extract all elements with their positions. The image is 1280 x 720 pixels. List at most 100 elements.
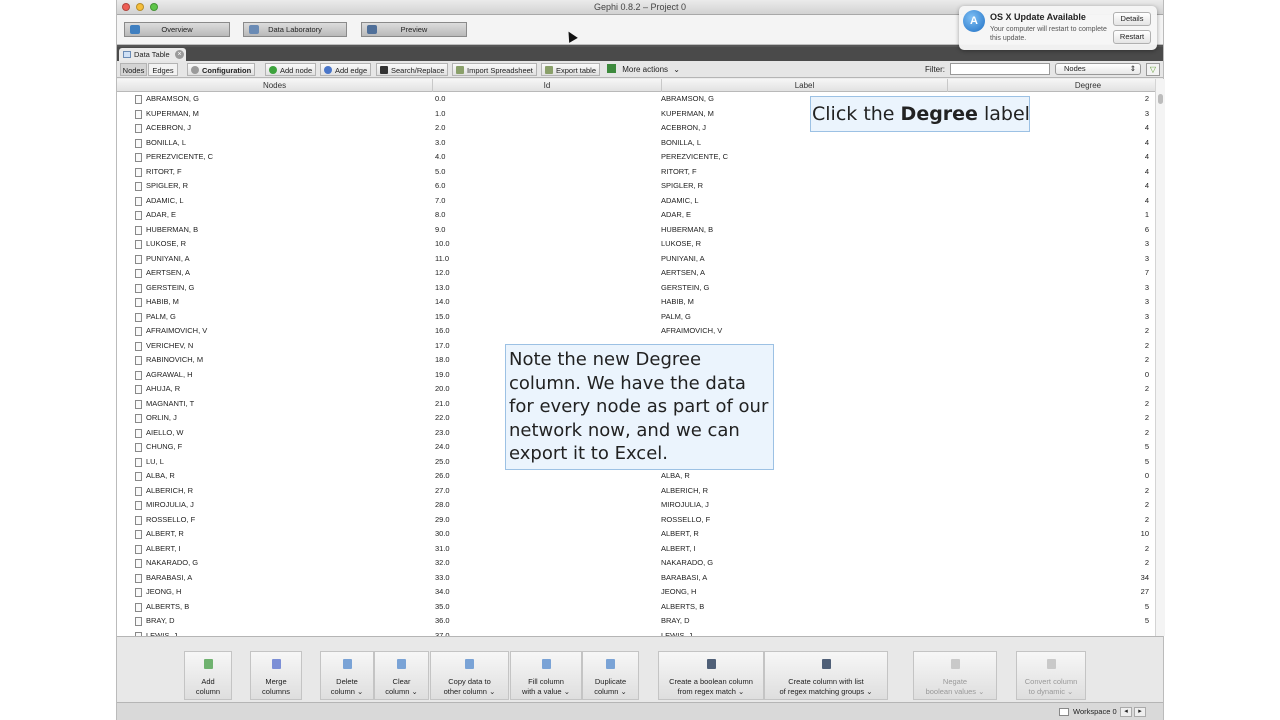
cell-label: JEONG, H — [661, 587, 697, 596]
action-button[interactable]: Add column — [184, 651, 232, 700]
table-row[interactable]: BONILLA, L 3.0 BONILLA, L 4 — [117, 136, 1155, 151]
cell-node: AIELLO, W — [146, 427, 184, 437]
action-label: column ⌄ — [330, 687, 364, 696]
table-row[interactable]: NAKARADO, G 32.0 NAKARADO, G 2 — [117, 556, 1155, 571]
column-header-degree[interactable]: Degree — [1021, 79, 1155, 92]
action-button[interactable]: Create a boolean column from regex match … — [658, 651, 764, 700]
table-row[interactable]: HUBERMAN, B 9.0 HUBERMAN, B 6 — [117, 223, 1155, 238]
cell-degree: 2 — [1144, 543, 1149, 553]
table-row[interactable]: PEREZVICENTE, C 4.0 PEREZVICENTE, C 4 — [117, 150, 1155, 165]
table-row[interactable]: BRAY, D 36.0 BRAY, D 5 — [117, 614, 1155, 629]
tab-close-icon[interactable]: × — [175, 50, 184, 59]
restart-button[interactable]: Restart — [1113, 30, 1151, 44]
action-label: Create a boolean column — [669, 677, 753, 686]
search-replace-button[interactable]: Search/Replace — [376, 63, 449, 76]
table-row[interactable]: ADAR, E 8.0 ADAR, E 1 — [117, 208, 1155, 223]
data-laboratory-icon — [249, 25, 259, 34]
node-row-icon — [135, 356, 142, 365]
nodes-tab[interactable]: Nodes — [120, 63, 147, 76]
cell-degree: 6 — [1144, 224, 1149, 234]
cell-id: 23.0 — [435, 427, 450, 437]
table-row[interactable]: MIROJULIA, J 28.0 MIROJULIA, J 2 — [117, 498, 1155, 513]
node-row-icon — [135, 486, 142, 496]
table-row[interactable]: JEONG, H 34.0 JEONG, H 27 — [117, 585, 1155, 600]
table-row[interactable]: PALM, G 15.0 PALM, G 3 — [117, 310, 1155, 325]
add-edge-button[interactable]: Add edge — [320, 63, 372, 76]
funnel-icon[interactable]: ▽ — [1146, 63, 1160, 76]
table-row[interactable]: ALBERTS, B 35.0 ALBERTS, B 5 — [117, 600, 1155, 615]
cell-node: AGRAWAL, H — [146, 369, 193, 379]
table-row[interactable]: ALBERT, I 31.0 ALBERT, I 2 — [117, 542, 1155, 557]
column-action-icon — [1046, 659, 1056, 669]
column-action-icon — [706, 659, 716, 669]
node-row-icon — [135, 341, 142, 351]
cell-node: GERSTEIN, G — [146, 282, 195, 292]
cell-id: 11.0 — [435, 253, 450, 263]
tab-data-table[interactable]: Data Table × — [119, 48, 186, 61]
table-row[interactable]: GERSTEIN, G 13.0 GERSTEIN, G 3 — [117, 281, 1155, 296]
cell-node: BONILLA, L — [146, 137, 187, 147]
cell-node: PALM, G — [146, 311, 176, 321]
add-node-button[interactable]: Add node — [265, 63, 317, 76]
action-button[interactable]: Merge columns — [250, 651, 302, 700]
action-button[interactable]: Fill column with a value ⌄ — [510, 651, 582, 700]
import-spreadsheet-button[interactable]: Import Spreadsheet — [452, 63, 537, 76]
cell-degree: 2 — [1144, 398, 1149, 408]
cell-id: 21.0 — [435, 398, 450, 408]
table-row[interactable]: ALBERICH, R 27.0 ALBERICH, R 2 — [117, 484, 1155, 499]
export-table-button[interactable]: Export table — [541, 63, 601, 76]
preview-icon — [367, 25, 377, 34]
table-row[interactable]: AERTSEN, A 12.0 AERTSEN, A 7 — [117, 266, 1155, 281]
action-label: Add — [201, 677, 215, 686]
table-row[interactable]: PUNIYANI, A 11.0 PUNIYANI, A 3 — [117, 252, 1155, 267]
table-row[interactable]: SPIGLER, R 6.0 SPIGLER, R 4 — [117, 179, 1155, 194]
table-row[interactable]: RITORT, F 5.0 RITORT, F 4 — [117, 165, 1155, 180]
table-row[interactable]: LEWIS, J 37.0 LEWIS, J — [117, 629, 1155, 636]
node-row-icon — [135, 211, 142, 220]
cell-label: KUPERMAN, M — [661, 108, 714, 118]
data-laboratory-button[interactable]: Data Laboratory — [243, 22, 347, 37]
cell-id: 5.0 — [435, 166, 446, 176]
action-button[interactable]: Clear column ⌄ — [374, 651, 429, 700]
filter-column-select[interactable]: Nodes ⇕ — [1055, 63, 1141, 75]
action-button[interactable]: Delete column ⌄ — [320, 651, 374, 700]
action-button[interactable]: Duplicate column ⌄ — [582, 651, 639, 700]
workspace-next-button[interactable]: ▸ — [1134, 707, 1146, 717]
column-header-nodes[interactable]: Nodes — [117, 79, 433, 92]
column-action-icon — [821, 659, 831, 669]
table-row[interactable]: BARABASI, A 33.0 BARABASI, A 34 — [117, 571, 1155, 586]
action-button[interactable]: Copy data to other column ⌄ — [430, 651, 509, 700]
table-row[interactable]: AFRAIMOVICH, V 16.0 AFRAIMOVICH, V 2 — [117, 324, 1155, 339]
scroll-thumb[interactable] — [1158, 94, 1163, 104]
filter-input[interactable] — [950, 63, 1050, 75]
column-header-id[interactable]: Id — [433, 79, 662, 92]
more-actions-menu[interactable]: More actions ⌄ — [607, 63, 680, 76]
table-scrollbar[interactable] — [1155, 79, 1165, 636]
table-row[interactable]: HABIB, M 14.0 HABIB, M 3 — [117, 295, 1155, 310]
column-header-label[interactable]: Label — [662, 79, 948, 92]
cell-node: PEREZVICENTE, C — [146, 152, 214, 161]
cell-degree: 1 — [1144, 210, 1149, 219]
cell-degree: 2 — [1144, 558, 1149, 567]
node-row-icon — [135, 443, 142, 452]
cell-id: 6.0 — [435, 181, 446, 190]
table-row[interactable]: ROSSELLO, F 29.0 ROSSELLO, F 2 — [117, 513, 1155, 528]
workspace-prev-button[interactable]: ◂ — [1120, 707, 1132, 717]
chevron-down-icon: ⌄ — [673, 65, 680, 74]
action-button: Convert column to dynamic ⌄ — [1016, 651, 1086, 700]
overview-button[interactable]: Overview — [124, 22, 230, 37]
cell-id: 16.0 — [435, 326, 450, 335]
table-row[interactable]: LUKOSE, R 10.0 LUKOSE, R 3 — [117, 237, 1155, 252]
preview-button[interactable]: Preview — [361, 22, 467, 37]
configuration-button[interactable]: Configuration — [187, 63, 256, 76]
node-row-icon — [135, 167, 142, 177]
table-row[interactable]: ALBERT, R 30.0 ALBERT, R 10 — [117, 527, 1155, 542]
details-button[interactable]: Details — [1113, 12, 1151, 26]
table-row[interactable]: ADAMIC, L 7.0 ADAMIC, L 4 — [117, 194, 1155, 209]
node-row-icon — [135, 153, 142, 162]
cell-label: MIROJULIA, J — [661, 500, 709, 509]
table-row[interactable]: ALBA, R 26.0 ALBA, R 0 — [117, 469, 1155, 484]
cell-label: RITORT, F — [661, 166, 697, 176]
action-button[interactable]: Create column with list of regex matching… — [764, 651, 888, 700]
edges-tab[interactable]: Edges — [148, 63, 178, 76]
